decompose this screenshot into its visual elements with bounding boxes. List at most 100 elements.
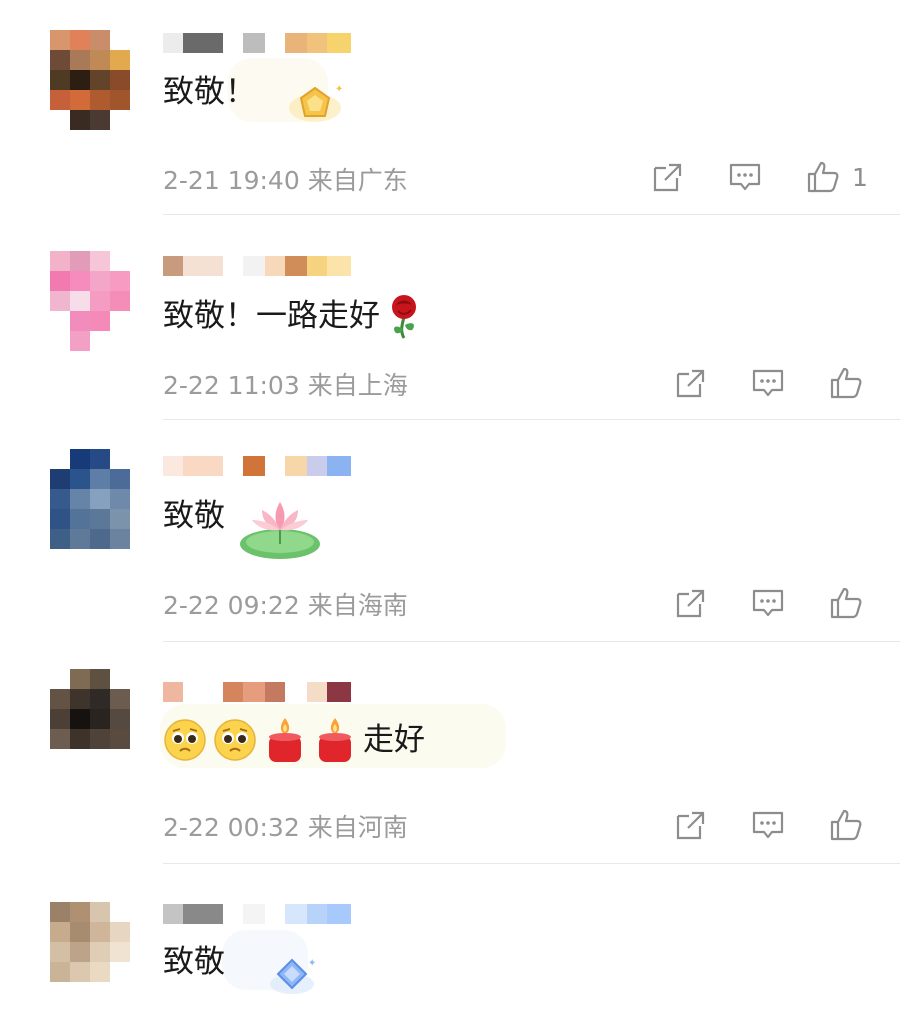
- username-pixel: [285, 904, 307, 924]
- username-pixel: [285, 33, 307, 53]
- avatar-pixel: [90, 110, 110, 130]
- avatar-pixel: [90, 469, 110, 489]
- avatar-pixel: [70, 110, 90, 130]
- username-pixel: [223, 33, 243, 53]
- avatar-pixel: [110, 749, 130, 769]
- avatar-pixel: [70, 50, 90, 70]
- username-pixel: [243, 256, 265, 276]
- avatar[interactable]: [50, 251, 130, 351]
- avatar-pixel: [70, 962, 90, 982]
- pleading-face-icon: [214, 719, 256, 761]
- username-pixel: [223, 682, 243, 702]
- avatar-pixel: [90, 942, 110, 962]
- username-pixel: [307, 256, 327, 276]
- candle-icon: [319, 718, 351, 762]
- comment-location: 来自广东: [307, 166, 408, 195]
- avatar-pixel: [70, 311, 90, 331]
- comment-meta: 2-21 19:40 来自广东: [163, 161, 408, 197]
- divider: [163, 214, 900, 215]
- avatar-pixel: [70, 331, 90, 351]
- username-pixel: [285, 256, 307, 276]
- avatar[interactable]: [50, 30, 130, 130]
- avatar-pixel: [90, 50, 110, 70]
- avatar[interactable]: [50, 902, 130, 1002]
- username[interactable]: [163, 456, 351, 476]
- username-pixel: [285, 456, 307, 476]
- username[interactable]: [163, 256, 351, 276]
- avatar-pixel: [110, 689, 130, 709]
- username-pixel: [307, 682, 327, 702]
- username[interactable]: [163, 904, 351, 924]
- avatar[interactable]: [50, 449, 130, 549]
- avatar-pixel: [70, 291, 90, 311]
- comment-icon[interactable]: [728, 160, 762, 194]
- username[interactable]: [163, 682, 351, 702]
- avatar-pixel: [50, 902, 70, 922]
- rose-icon: [392, 295, 416, 339]
- avatar-pixel: [50, 90, 70, 110]
- avatar-pixel: [110, 942, 130, 962]
- username-pixel: [327, 256, 351, 276]
- username-pixel: [243, 456, 265, 476]
- username-pixel: [223, 256, 243, 276]
- avatar-pixel: [110, 291, 130, 311]
- avatar-pixel: [110, 331, 130, 351]
- comment-time: 2-21 19:40: [163, 166, 300, 195]
- username[interactable]: [163, 33, 351, 53]
- avatar-pixel: [90, 70, 110, 90]
- avatar-pixel: [70, 749, 90, 769]
- avatar-pixel: [110, 709, 130, 729]
- avatar[interactable]: [50, 669, 130, 769]
- comment-actions: [673, 366, 863, 400]
- share-icon[interactable]: [673, 366, 707, 400]
- avatar-pixel: [50, 962, 70, 982]
- username-pixel: [307, 33, 327, 53]
- thumbs-up-icon[interactable]: [806, 160, 840, 194]
- avatar-pixel: [110, 529, 130, 549]
- thumbs-up-icon[interactable]: [829, 586, 863, 620]
- avatar-pixel: [90, 251, 110, 271]
- comment-icon[interactable]: [751, 366, 785, 400]
- avatar-pixel: [50, 70, 70, 90]
- thumbs-up-icon[interactable]: [829, 808, 863, 842]
- avatar-pixel: [70, 271, 90, 291]
- avatar-pixel: [70, 709, 90, 729]
- comment-meta: 2-22 00:32 来自河南: [163, 808, 408, 844]
- avatar-pixel: [50, 30, 70, 50]
- avatar-pixel: [90, 90, 110, 110]
- comment-text: 致敬！一路走好: [163, 293, 424, 339]
- avatar-pixel: [90, 489, 110, 509]
- comment-location: 来自上海: [307, 371, 408, 400]
- username-pixel: [265, 682, 285, 702]
- comment-icon[interactable]: [751, 808, 785, 842]
- avatar-pixel: [110, 311, 130, 331]
- avatar-pixel: [110, 922, 130, 942]
- avatar-pixel: [50, 50, 70, 70]
- share-icon[interactable]: [673, 808, 707, 842]
- username-pixel: [327, 904, 351, 924]
- comment-icon[interactable]: [751, 586, 785, 620]
- avatar-pixel: [90, 449, 110, 469]
- avatar-pixel: [50, 449, 70, 469]
- avatar-pixel: [70, 942, 90, 962]
- avatar-pixel: [90, 709, 110, 729]
- comment-time: 2-22 09:22: [163, 591, 300, 620]
- like-count: 1: [852, 162, 868, 192]
- avatar-pixel: [110, 271, 130, 291]
- comment-meta: 2-22 09:22 来自海南: [163, 586, 408, 622]
- comment-text: 致敬！: [163, 72, 256, 112]
- comment-actions: [673, 808, 863, 842]
- avatar-pixel: [50, 110, 70, 130]
- share-icon[interactable]: [673, 586, 707, 620]
- thumbs-up-icon[interactable]: [829, 366, 863, 400]
- avatar-pixel: [110, 962, 130, 982]
- avatar-pixel: [110, 449, 130, 469]
- avatar-pixel: [110, 70, 130, 90]
- username-pixel: [265, 33, 285, 53]
- avatar-pixel: [50, 709, 70, 729]
- avatar-pixel: [90, 529, 110, 549]
- avatar-pixel: [90, 30, 110, 50]
- avatar-pixel: [110, 509, 130, 529]
- comment-text-label: 走好: [363, 722, 425, 758]
- share-icon[interactable]: [650, 160, 684, 194]
